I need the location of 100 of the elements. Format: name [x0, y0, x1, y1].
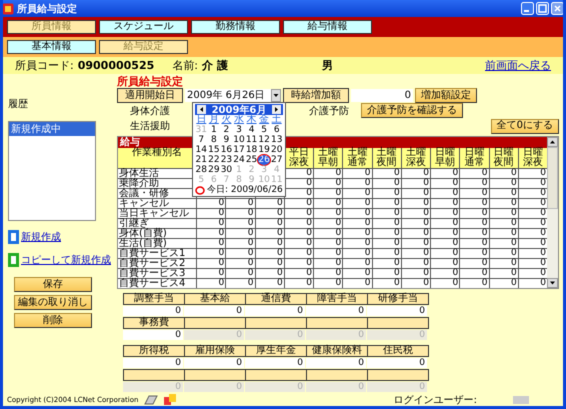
action-button[interactable]: 削除 [14, 313, 92, 328]
table-cell[interactable]: 0 [343, 268, 372, 278]
calendar-day[interactable]: 4 [245, 125, 258, 135]
table-cell[interactable]: 0 [372, 238, 401, 248]
table-cell[interactable]: 0 [431, 258, 460, 268]
table-cell[interactable]: 0 [314, 198, 342, 208]
table-cell[interactable]: 0 [372, 268, 401, 278]
hourly-field[interactable]: 0 [351, 89, 413, 102]
table-cell[interactable]: 0 [284, 228, 313, 238]
table-cell[interactable]: 0 [460, 178, 488, 188]
calendar-day[interactable]: 5 [258, 125, 270, 135]
table-cell[interactable]: 0 [402, 278, 430, 288]
table-cell[interactable]: 0 [431, 208, 460, 218]
table-cell[interactable]: 0 [256, 228, 284, 238]
table-cell[interactable]: 0 [256, 258, 284, 268]
amount-field[interactable]: 0 [245, 306, 305, 316]
table-cell[interactable]: 0 [197, 218, 226, 228]
table-cell[interactable]: 0 [490, 248, 518, 258]
table-cell[interactable]: 0 [518, 208, 547, 218]
calendar-day[interactable]: 10 [232, 135, 246, 145]
table-cell[interactable]: 0 [343, 228, 372, 238]
table-cell[interactable]: 0 [197, 248, 226, 258]
action-link[interactable]: 新規作成 [21, 230, 61, 244]
amount-field[interactable]: 0 [306, 358, 366, 368]
calendar-day[interactable]: 28 [195, 165, 208, 175]
calendar-day[interactable]: 24 [232, 155, 246, 165]
calendar-day[interactable]: 19 [258, 145, 270, 155]
table-cell[interactable]: 0 [343, 258, 372, 268]
table-cell[interactable]: 0 [284, 168, 313, 178]
table-cell[interactable]: 0 [314, 208, 342, 218]
table-cell[interactable]: 0 [490, 258, 518, 268]
table-cell[interactable]: 0 [372, 278, 401, 288]
calendar-day[interactable]: 14 [195, 145, 208, 155]
table-cell[interactable]: 0 [256, 238, 284, 248]
table-cell[interactable]: 0 [372, 248, 401, 258]
table-cell[interactable]: 0 [460, 168, 488, 178]
table-cell[interactable]: 0 [518, 198, 547, 208]
table-cell[interactable]: 0 [314, 228, 342, 238]
scroll-up-icon[interactable] [547, 136, 558, 147]
amount-field[interactable]: 0 [123, 306, 183, 316]
table-cell[interactable]: 0 [343, 198, 372, 208]
table-cell[interactable]: 0 [518, 178, 547, 188]
table-cell[interactable]: 0 [226, 228, 254, 238]
table-cell[interactable]: 0 [431, 268, 460, 278]
table-cell[interactable]: 0 [226, 248, 254, 258]
table-cell[interactable]: 0 [490, 168, 518, 178]
boxes-icon[interactable] [164, 394, 176, 405]
table-cell[interactable]: 0 [284, 268, 313, 278]
table-cell[interactable]: 0 [197, 258, 226, 268]
history-item[interactable]: 新規作成中 [9, 122, 95, 136]
date-dropdown[interactable]: 2009年 6月26日 [185, 89, 281, 102]
next-month-button[interactable] [272, 105, 281, 114]
table-cell[interactable]: 0 [314, 258, 342, 268]
table-cell[interactable]: 0 [431, 168, 460, 178]
calendar-day[interactable]: 20 [270, 145, 283, 155]
table-cell[interactable]: 0 [402, 238, 430, 248]
table-cell[interactable]: 0 [314, 278, 342, 288]
table-cell[interactable]: 0 [460, 208, 488, 218]
table-cell[interactable]: 0 [314, 188, 342, 198]
table-cell[interactable]: 0 [284, 258, 313, 268]
table-cell[interactable]: 0 [490, 218, 518, 228]
table-cell[interactable]: 0 [460, 258, 488, 268]
increase-button[interactable]: 増加額設定 [415, 88, 477, 104]
table-cell[interactable]: 0 [402, 168, 430, 178]
table-cell[interactable]: 0 [314, 268, 342, 278]
table-cell[interactable]: 0 [518, 278, 547, 288]
table-cell[interactable]: 0 [226, 218, 254, 228]
table-cell[interactable]: 0 [343, 208, 372, 218]
main-tab[interactable]: 勤務情報 [191, 20, 280, 34]
table-cell[interactable]: 0 [402, 208, 430, 218]
table-cell[interactable]: 0 [197, 228, 226, 238]
table-cell[interactable]: 0 [284, 208, 313, 218]
amount-field[interactable]: 0 [367, 358, 427, 368]
table-cell[interactable]: 0 [314, 238, 342, 248]
table-cell[interactable]: 0 [343, 278, 372, 288]
table-cell[interactable]: 0 [460, 198, 488, 208]
table-cell[interactable]: 0 [343, 168, 372, 178]
calendar-day[interactable]: 23 [220, 155, 233, 165]
amount-field[interactable]: 0 [123, 330, 183, 340]
table-cell[interactable]: 0 [431, 178, 460, 188]
scroll-down-icon[interactable] [547, 278, 558, 288]
amount-field[interactable]: 0 [245, 358, 305, 368]
table-cell[interactable]: 0 [431, 218, 460, 228]
table-cell[interactable]: 0 [518, 268, 547, 278]
action-button[interactable]: 保存 [14, 277, 92, 292]
table-cell[interactable]: 0 [197, 208, 226, 218]
table-cell[interactable]: 0 [372, 228, 401, 238]
calendar-day[interactable]: 30 [220, 165, 233, 175]
table-cell[interactable]: 0 [343, 248, 372, 258]
table-cell[interactable]: 0 [518, 258, 547, 268]
table-cell[interactable]: 0 [256, 278, 284, 288]
table-cell[interactable]: 0 [314, 168, 342, 178]
amount-field[interactable]: 0 [184, 306, 244, 316]
table-cell[interactable]: 0 [460, 188, 488, 198]
calendar-day[interactable]: 9 [220, 135, 233, 145]
calendar-day[interactable]: 15 [208, 145, 220, 155]
maximize-icon[interactable] [536, 2, 549, 15]
calendar-day[interactable]: 13 [270, 135, 283, 145]
table-cell[interactable]: 0 [490, 178, 518, 188]
table-cell[interactable]: 0 [226, 238, 254, 248]
